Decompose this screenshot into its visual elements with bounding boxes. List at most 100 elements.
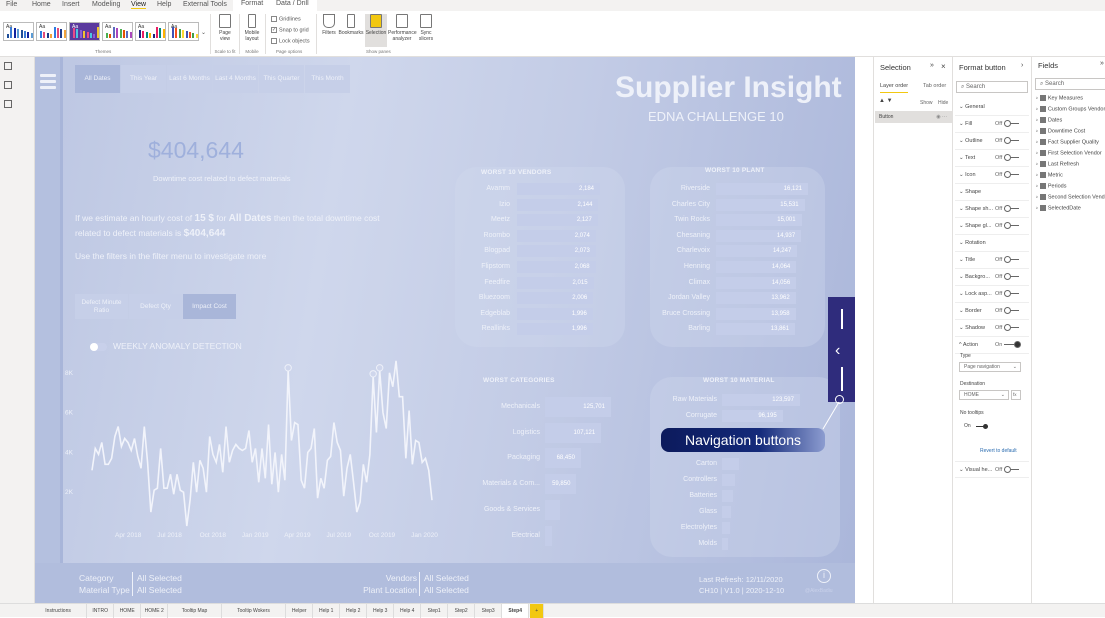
expand-chevron-icon[interactable]: › [1036,117,1038,123]
field-table-item[interactable]: › Custom Groups Vendor [1036,106,1105,112]
field-table-item[interactable]: › Fact Supplier Quality [1036,139,1099,145]
mobile-layout-button[interactable]: Mobile layout [241,14,263,42]
report-view-icon[interactable] [4,62,12,70]
page-tab[interactable]: Help 1 [313,604,341,618]
format-search-input[interactable]: ⌕ Search [956,81,1028,93]
format-row[interactable]: ⌄ Shape [955,184,1029,201]
expand-chevron-icon[interactable]: › [1036,128,1038,134]
categories-bar[interactable]: 107,121 [545,422,602,443]
revert-to-default-link[interactable]: Revert to default [980,448,1017,454]
format-row[interactable]: ⌄ Rotation [955,235,1029,252]
theme-swatch[interactable]: Aa [102,22,133,41]
date-button[interactable]: This Month [305,65,350,93]
fx-button[interactable]: fx [1011,390,1021,400]
format-toggle[interactable] [1004,324,1019,331]
menu-tab-file[interactable]: File [6,1,17,8]
anomaly-toggle[interactable] [90,343,107,351]
materials-bar[interactable] [722,458,740,470]
plants-bar[interactable]: 14,064 [716,261,797,273]
menu-tab-external-tools[interactable]: External Tools [183,1,227,8]
move-up-down-icon[interactable]: ▲ ▼ [879,98,893,104]
layer-item-button[interactable]: Button ◉ ··· [875,111,952,123]
page-tab[interactable]: Helper [286,604,314,618]
tab-tab-order[interactable]: Tab order [923,83,946,89]
date-button[interactable]: Last 4 Months [213,65,258,93]
expand-chevron-icon[interactable]: › [1036,205,1038,211]
format-row[interactable]: ⌄ General [955,99,1029,116]
snap-to-grid-checkbox[interactable]: ✓ Snap to grid [271,27,309,33]
materials-bar[interactable]: 96,195 [722,410,783,422]
anomaly-point[interactable] [375,364,384,372]
menu-tab-help[interactable]: Help [157,1,171,8]
menu-tab-format[interactable]: Format [233,0,272,11]
format-row[interactable]: ⌄ Backgro... Off [955,269,1029,286]
anomaly-point[interactable] [369,370,377,378]
model-view-icon[interactable] [4,100,12,108]
page-tab[interactable]: HOME [114,604,142,618]
theme-swatch[interactable]: Aa [3,22,34,41]
plants-bar[interactable]: 16,121 [716,183,808,195]
page-tab[interactable]: Step4 [502,604,530,618]
collapse-icon[interactable]: » [930,62,934,69]
gridlines-checkbox[interactable]: Gridlines [271,16,301,22]
expand-chevron-icon[interactable]: › [1036,139,1038,145]
format-toggle[interactable] [1004,120,1019,127]
format-row[interactable]: ⌄ Shape gl... Off [955,218,1029,235]
theme-swatch[interactable]: Aa [69,22,100,41]
page-tab[interactable]: Help 3 [367,604,395,618]
page-tab[interactable]: Step3 [475,604,503,618]
visibility-eye-icon[interactable]: ◉ ··· [936,111,947,123]
field-table-item[interactable]: › First Selection Vendor [1036,150,1102,156]
menu-tab-insert[interactable]: Insert [62,1,80,8]
expand-chevron-icon[interactable]: › [1036,106,1038,112]
format-row[interactable]: ⌄ Text Off [955,150,1029,167]
selection-button[interactable]: Selection [365,14,387,47]
plants-bar[interactable]: 15,001 [716,214,802,227]
theme-swatch[interactable]: Aa [168,22,199,41]
page-tab[interactable]: Help 4 [394,604,422,618]
page-tab[interactable]: INTRO [87,604,115,618]
format-toggle[interactable] [1004,273,1019,280]
page-tab[interactable]: Step1 [421,604,449,618]
materials-bar[interactable] [722,474,736,486]
plants-bar[interactable]: 14,247 [716,245,798,258]
format-row[interactable]: ⌄ Border Off [955,303,1029,320]
date-button[interactable]: This Year [121,65,166,93]
menu-tab-modeling[interactable]: Modeling [92,1,120,8]
destination-dropdown[interactable]: HOME ⌄ [959,390,1009,400]
filters-button[interactable]: Filters [320,14,338,36]
field-table-item[interactable]: › Metric [1036,172,1063,178]
tab-layer-order[interactable]: Layer order [880,83,909,93]
theme-swatch[interactable]: Aa [36,22,67,41]
hide-all-button[interactable]: Hide [938,100,948,106]
performance-analyzer-button[interactable]: Performance analyzer [388,14,417,42]
format-toggle[interactable] [1004,256,1019,263]
bookmarks-button[interactable]: Bookmarks [338,14,364,36]
add-page-button[interactable]: + [530,604,545,618]
field-table-item[interactable]: › SelectedDate [1036,205,1081,211]
data-view-icon[interactable] [4,81,12,89]
lock-objects-checkbox[interactable]: Lock objects [271,38,310,44]
format-toggle[interactable] [1004,154,1019,161]
plants-bar[interactable]: 14,937 [716,229,802,242]
theme-swatch[interactable]: Aa [135,22,166,41]
format-toggle[interactable] [1004,171,1019,178]
fields-search-input[interactable]: ⌕ Search [1035,78,1105,90]
plants-bar[interactable]: 13,962 [716,292,796,305]
plants-bar[interactable]: 15,531 [716,198,805,211]
themes-dropdown-icon[interactable]: ⌄ [201,29,206,36]
format-row[interactable]: ⌄ Outline Off [955,133,1029,150]
plants-bar[interactable]: 13,958 [716,307,796,320]
page-tab[interactable]: Instructions [30,604,88,618]
chevron-left-icon[interactable]: ‹ [835,342,840,360]
materials-bar[interactable]: 123,597 [722,394,800,406]
materials-bar[interactable] [722,538,729,550]
materials-bar[interactable] [722,490,733,502]
menu-tab-home[interactable]: Home [32,1,51,8]
expand-chevron-icon[interactable]: › [1036,161,1038,167]
format-row[interactable]: ⌄ Shape sh... Off [955,201,1029,218]
materials-bar[interactable] [722,506,731,518]
close-icon[interactable]: × [941,62,946,71]
format-toggle[interactable] [1004,222,1019,229]
field-table-item[interactable]: › Last Refresh [1036,161,1079,167]
